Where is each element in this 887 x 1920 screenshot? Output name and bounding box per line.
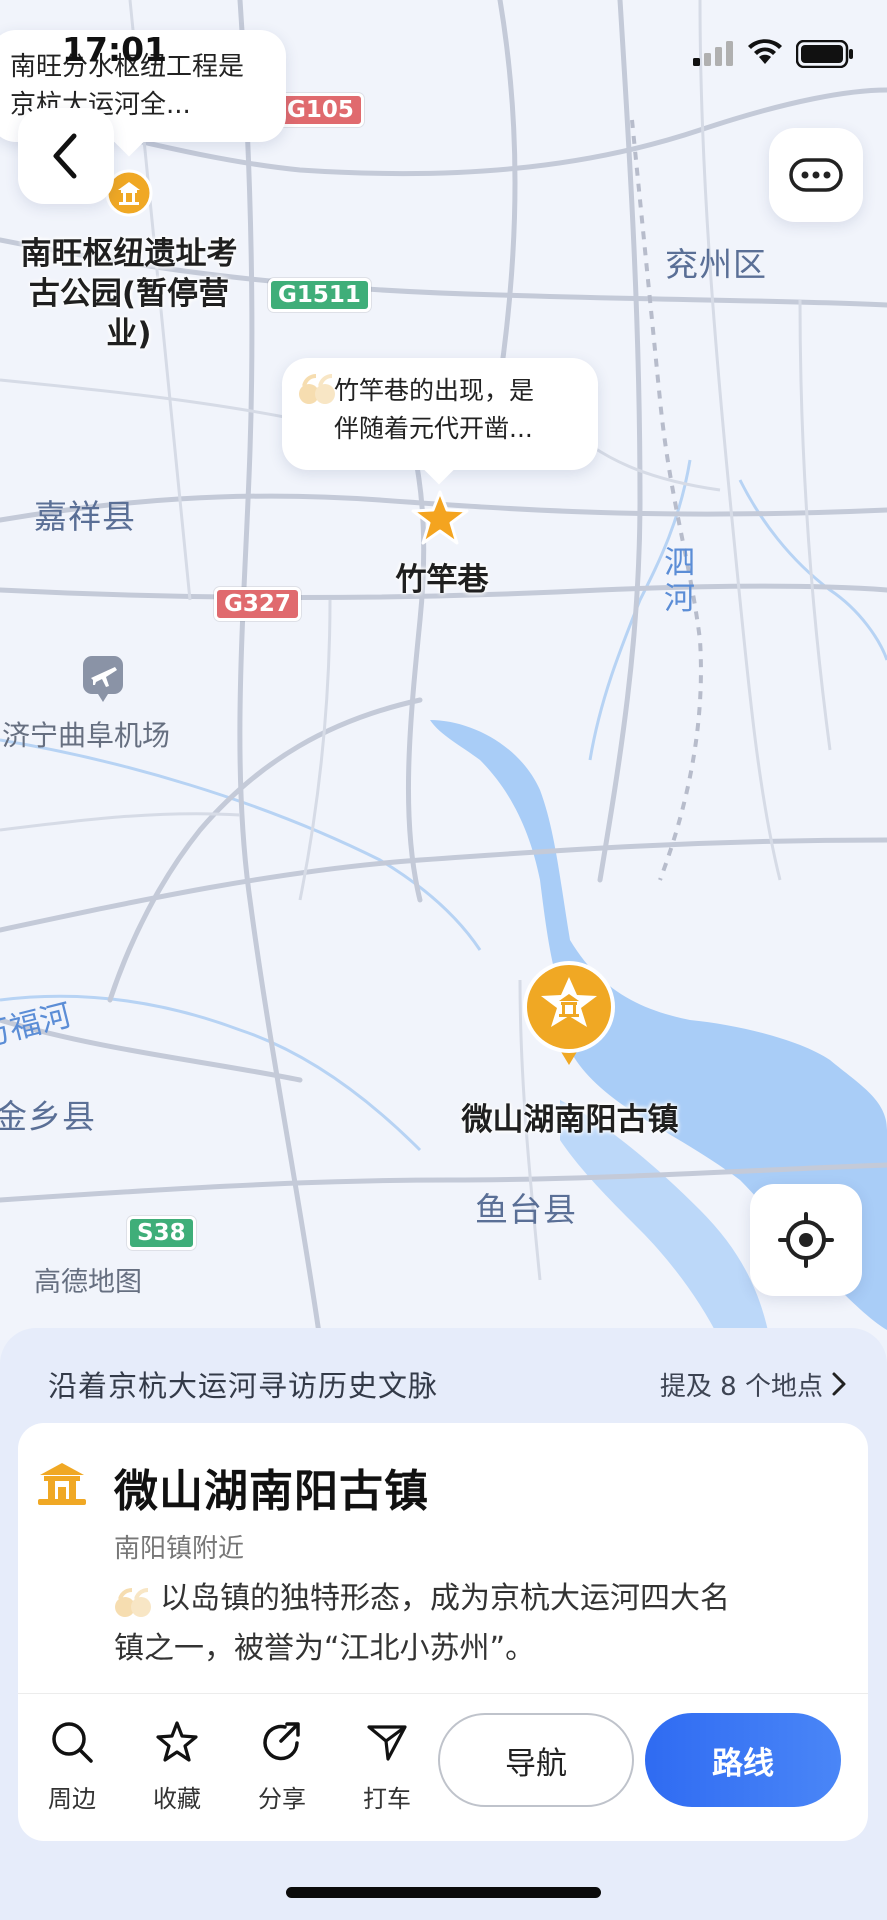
map-attribution: 高德地图 bbox=[34, 1267, 142, 1298]
navigate-button[interactable]: 导航 bbox=[438, 1713, 634, 1807]
wifi-icon bbox=[745, 36, 785, 70]
chevron-left-icon bbox=[53, 133, 77, 179]
favorite-label: 收藏 bbox=[153, 1785, 201, 1813]
star-outline-icon bbox=[156, 1721, 198, 1762]
mentions-label: 提及 8 个地点 bbox=[659, 1371, 823, 1402]
place-desc-line1: 以岛镇的独特形态，成为京杭大运河四大名 bbox=[160, 1581, 730, 1616]
quote-icon bbox=[298, 374, 336, 406]
home-indicator[interactable] bbox=[286, 1887, 601, 1898]
road-shield-s38: S38 bbox=[127, 1216, 196, 1250]
place-card[interactable]: 微山湖南阳古镇 南阳镇附近 以岛镇的独特形态，成为京杭大运河四大名 镇之一，被誉… bbox=[18, 1423, 868, 1841]
road-shield-g327: G327 bbox=[214, 587, 301, 621]
county-label-jinxiang: 金乡县 bbox=[0, 1097, 96, 1136]
route-button[interactable]: 路线 bbox=[645, 1713, 841, 1807]
favorite-button[interactable]: 收藏 bbox=[135, 1719, 219, 1814]
place-desc-line2: 镇之一，被誉为“江北小苏州”。 bbox=[114, 1631, 536, 1666]
airport-icon[interactable] bbox=[82, 655, 124, 703]
route-title: 沿着京杭大运河寻访历史文脉 bbox=[48, 1369, 439, 1403]
star-icon bbox=[411, 490, 469, 545]
status-time: 17:01 bbox=[62, 30, 168, 69]
pavilion-icon bbox=[523, 961, 615, 1065]
taxi-button[interactable]: 打车 bbox=[345, 1719, 429, 1814]
road-shield-g105: G105 bbox=[277, 93, 364, 127]
river-label-sihe: 泗河 bbox=[664, 545, 695, 617]
nearby-button[interactable]: 周边 bbox=[30, 1719, 114, 1814]
mentions-link[interactable]: 提及 8 个地点 bbox=[660, 1366, 847, 1403]
locate-icon bbox=[778, 1212, 834, 1268]
more-button[interactable] bbox=[769, 128, 863, 222]
place-title: 微山湖南阳古镇 bbox=[114, 1466, 429, 1517]
map-view[interactable]: G105 G1511 G327 S38 兖州区 嘉祥县 鱼台县 金乡县 泗河 万… bbox=[0, 0, 887, 1340]
chevron-right-icon bbox=[832, 1372, 846, 1396]
search-icon bbox=[52, 1722, 93, 1763]
more-icon bbox=[789, 158, 843, 192]
place-subtitle: 南阳镇附近 bbox=[114, 1534, 245, 1564]
route-header[interactable]: 沿着京杭大运河寻访历史文脉 提及 8 个地点 bbox=[48, 1358, 847, 1410]
place-description: 以岛镇的独特形态，成为京杭大运河四大名 bbox=[114, 1575, 834, 1623]
bubble-text-line1: 竹竿巷的出现，是 bbox=[334, 376, 535, 405]
bubble-text-line2: 伴随着元代开凿... bbox=[334, 414, 533, 443]
locate-button[interactable] bbox=[750, 1184, 862, 1296]
road-shield-g1511: G1511 bbox=[268, 278, 371, 312]
battery-icon bbox=[795, 39, 854, 72]
send-arrow-icon bbox=[367, 1725, 407, 1761]
nearby-label: 周边 bbox=[48, 1785, 96, 1813]
district-label-yanzhou: 兖州区 bbox=[665, 245, 767, 284]
share-button[interactable]: 分享 bbox=[240, 1719, 324, 1814]
poi-label-nanyang[interactable]: 微山湖南阳古镇 bbox=[440, 1100, 700, 1140]
county-label-yutai: 鱼台县 bbox=[475, 1190, 577, 1229]
back-button[interactable] bbox=[18, 108, 114, 204]
poi-marker-nanyang-selected[interactable] bbox=[519, 959, 619, 1071]
signal-icon bbox=[693, 40, 737, 70]
poi-marker-zhuganxiang[interactable] bbox=[410, 489, 470, 547]
route-label: 路线 bbox=[712, 1745, 774, 1782]
taxi-label: 打车 bbox=[363, 1785, 411, 1813]
quote-icon bbox=[114, 1585, 152, 1617]
poi-bubble-zhuganxiang[interactable]: 竹竿巷的出现，是 伴随着元代开凿... bbox=[282, 358, 598, 470]
airport-label[interactable]: 济宁曲阜机场 bbox=[2, 714, 170, 754]
navigate-label: 导航 bbox=[505, 1745, 567, 1782]
poi-label-nanwang[interactable]: 南旺枢纽遗址考古公园(暂停营业) bbox=[18, 234, 240, 354]
share-label: 分享 bbox=[258, 1785, 306, 1813]
bottom-sheet[interactable]: 沿着京杭大运河寻访历史文脉 提及 8 个地点 微山湖南阳古镇 南阳镇附近 以岛镇… bbox=[0, 1328, 887, 1920]
poi-label-zhuganxiang[interactable]: 竹竿巷 bbox=[372, 560, 512, 600]
divider bbox=[18, 1693, 868, 1694]
pavilion-icon bbox=[36, 1459, 88, 1511]
share-icon bbox=[263, 1722, 300, 1761]
county-label-jiaxiang: 嘉祥县 bbox=[34, 497, 136, 536]
